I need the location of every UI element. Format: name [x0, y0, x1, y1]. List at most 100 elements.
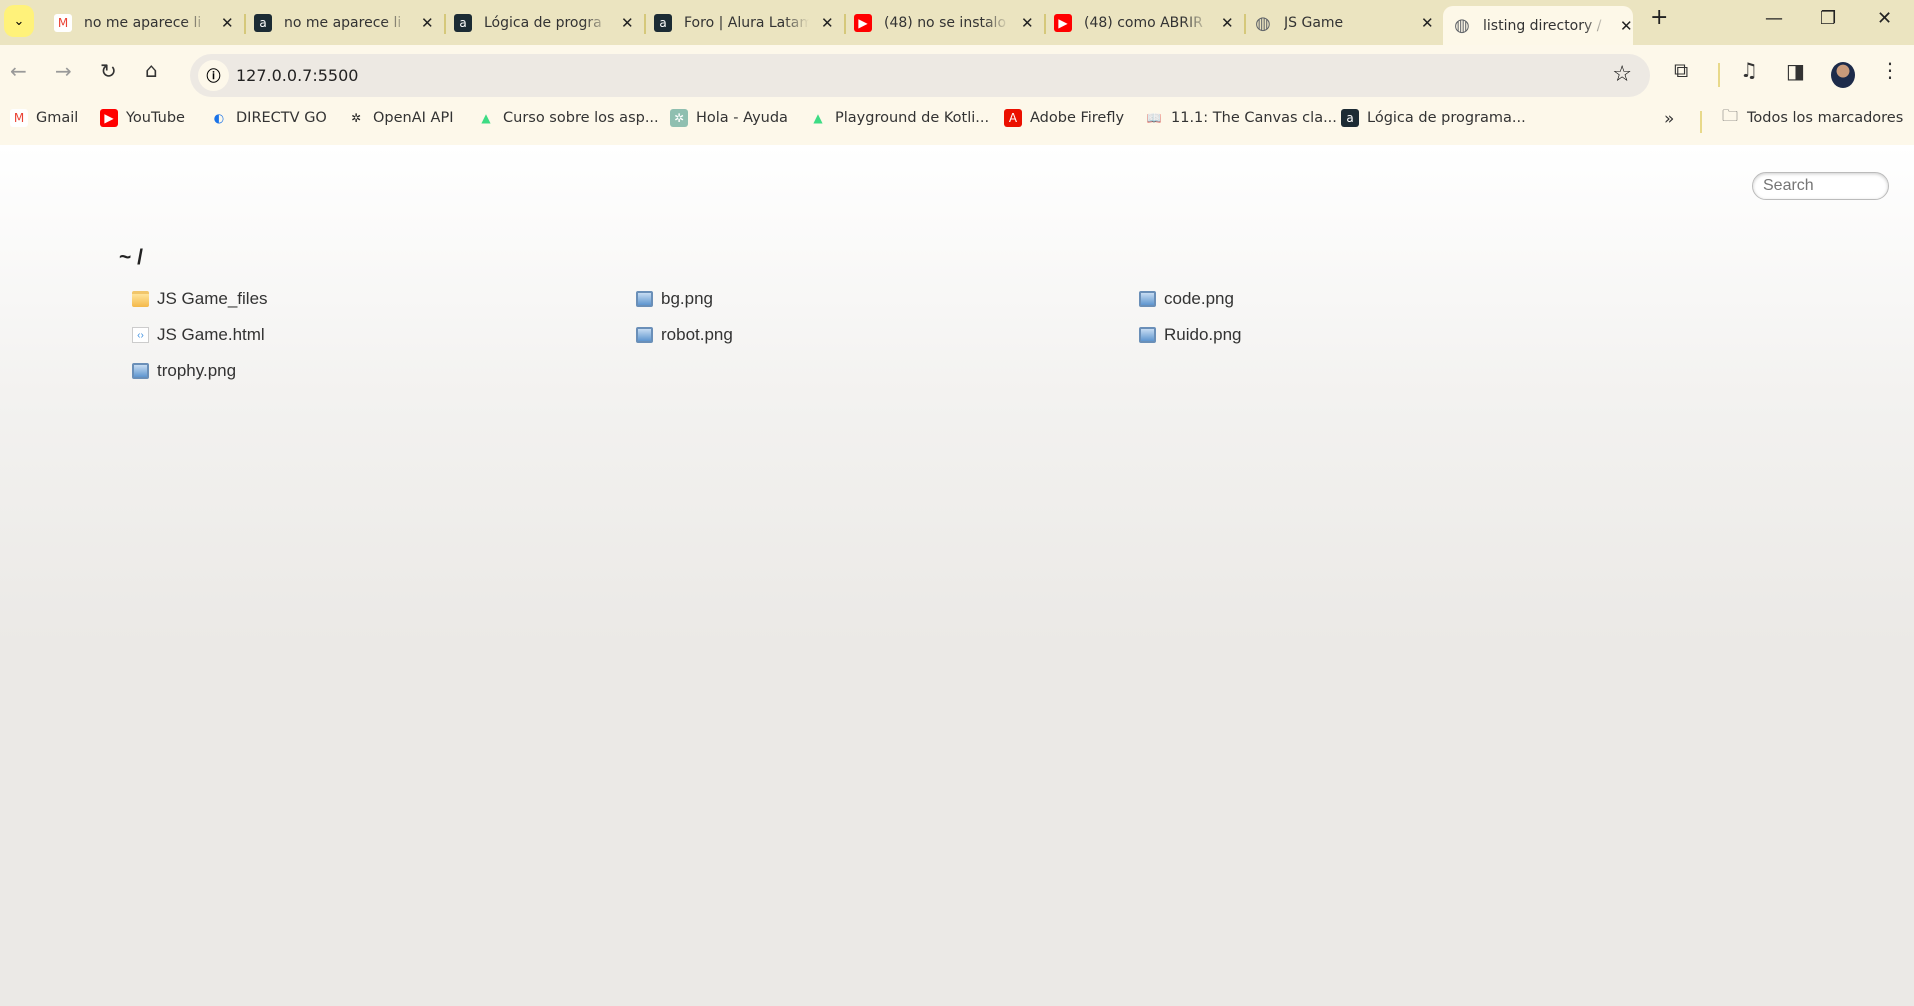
close-tab-icon[interactable]: ✕ [621, 14, 634, 32]
bookmark-item[interactable]: 📖 11.1: The Canvas cla... [1145, 109, 1337, 127]
bookmark-label: 11.1: The Canvas cla... [1171, 110, 1337, 126]
file-item[interactable]: robot.png [636, 325, 733, 345]
folder-icon [132, 291, 149, 307]
book-icon: 📖 [1146, 111, 1162, 125]
all-bookmarks-button[interactable]: 🗀 Todos los marcadores [1721, 106, 1903, 127]
file-name: bg.png [661, 289, 713, 308]
tab-strip: ⌄ Mno me aparece li ✕ a no me aparece li ✕ a L… [0, 0, 1914, 45]
tab-title: no me aparece li [284, 15, 402, 31]
reload-button[interactable]: ↻ [100, 59, 117, 83]
tab[interactable]: Mno me aparece li ✕ [44, 6, 246, 40]
directv-icon: ◐ [213, 111, 225, 125]
alura-icon: a [1341, 109, 1359, 127]
file-item[interactable]: code.png [1139, 289, 1234, 309]
gmail-icon: M [54, 14, 72, 32]
bookmark-label: Curso sobre los asp... [503, 110, 659, 126]
file-name: robot.png [661, 325, 733, 344]
restore-button[interactable]: ❐ [1820, 8, 1836, 29]
new-tab-button[interactable]: + [1650, 5, 1668, 30]
toolbar: ← → ↻ ⌂ ⓘ 127.0.0.7:5500 ☆ ⧉ ♫ ◨ ⋮ M Gmai… [0, 45, 1914, 145]
tab[interactable]: a Lógica de progra ✕ [444, 6, 646, 40]
home-button[interactable]: ⌂ [145, 58, 158, 82]
close-tab-icon[interactable]: ✕ [1221, 14, 1234, 32]
file-name: JS Game_files [157, 289, 268, 308]
openai-icon: ✲ [350, 111, 362, 125]
tab[interactable]: a no me aparece li ✕ [244, 6, 446, 40]
image-file-icon [132, 363, 149, 379]
gmail-icon: M [10, 109, 28, 127]
bookmark-item[interactable]: ✲ OpenAI API [347, 109, 454, 127]
bookmark-label: DIRECTV GO [236, 110, 327, 126]
close-tab-icon[interactable]: ✕ [1620, 17, 1633, 35]
html-file-icon: ‹› [132, 327, 149, 343]
bookmark-item[interactable]: A Adobe Firefly [1004, 109, 1124, 127]
puzzle-icon: ⧉ [1674, 58, 1689, 82]
arrow-left-icon: ← [10, 59, 27, 83]
search-input[interactable] [1752, 172, 1889, 200]
extensions-button[interactable]: ⧉ [1674, 58, 1688, 82]
close-tab-icon[interactable]: ✕ [421, 14, 434, 32]
side-panel-icon: ◨ [1786, 59, 1805, 83]
bookmark-item[interactable]: M Gmail [10, 109, 78, 127]
address-bar[interactable]: ⓘ 127.0.0.7:5500 ☆ [190, 54, 1650, 97]
bookmark-star-icon[interactable]: ☆ [1612, 62, 1632, 87]
youtube-icon: ▶ [854, 14, 872, 32]
menu-button[interactable]: ⋮ [1880, 58, 1900, 82]
tab[interactable]: ▶ (48) no se instalo ✕ [844, 6, 1046, 40]
side-panel-button[interactable]: ◨ [1786, 59, 1805, 83]
tab-search-button[interactable]: ⌄ [4, 5, 34, 37]
tab-title: Foro | Alura Latam [684, 15, 809, 31]
bookmark-item[interactable]: ▲ Curso sobre los asp... [477, 109, 659, 127]
bookmark-label: Lógica de programa... [1367, 110, 1526, 126]
bookmark-item[interactable]: ◐ DIRECTV GO [210, 109, 327, 127]
chevron-down-icon: ⌄ [13, 13, 25, 29]
close-tab-icon[interactable]: ✕ [221, 14, 234, 32]
globe-icon: ◍ [1255, 12, 1271, 34]
url-text[interactable]: 127.0.0.7:5500 [236, 66, 358, 85]
more-vertical-icon: ⋮ [1880, 58, 1900, 82]
bookmark-label: Hola - Ayuda [696, 110, 788, 126]
media-control-button[interactable]: ♫ [1740, 58, 1758, 82]
bookmark-label: Playground de Kotli... [835, 110, 990, 126]
image-file-icon [1139, 291, 1156, 307]
file-item[interactable]: trophy.png [132, 361, 236, 381]
tab-title: (48) no se instalo [884, 15, 1007, 31]
bookmark-label: YouTube [126, 110, 185, 126]
globe-icon: ◍ [1454, 15, 1470, 36]
home-icon: ⌂ [145, 58, 158, 82]
back-button[interactable]: ← [10, 59, 27, 83]
bookmark-label: Adobe Firefly [1030, 110, 1125, 126]
close-tab-icon[interactable]: ✕ [1421, 14, 1434, 32]
alura-icon: a [254, 14, 272, 32]
avatar[interactable] [1831, 62, 1855, 88]
close-window-button[interactable]: ✕ [1877, 8, 1892, 29]
close-tab-icon[interactable]: ✕ [821, 14, 834, 32]
directory-listing-page: ~ / JS Game_files bg.png code.png ‹› JS Game… [0, 145, 1914, 1006]
tab-title: JS Game [1284, 15, 1344, 31]
forward-button[interactable]: → [55, 59, 72, 83]
bookmark-item[interactable]: ▲ Playground de Kotli... [809, 109, 989, 127]
tab[interactable]: a Foro | Alura Latam ✕ [644, 6, 846, 40]
bookmark-item[interactable]: ✲ Hola - Ayuda [670, 109, 788, 127]
more-bookmarks-button[interactable]: » [1664, 109, 1674, 129]
close-tab-icon[interactable]: ✕ [1021, 14, 1034, 32]
file-item[interactable]: bg.png [636, 289, 713, 309]
android-icon: ▲ [481, 111, 491, 125]
alura-icon: a [454, 14, 472, 32]
file-item[interactable]: ‹› JS Game.html [132, 325, 265, 345]
tab[interactable]: ◍ JS Game ✕ [1244, 6, 1444, 40]
minimize-button[interactable]: — [1765, 8, 1783, 29]
bookmark-item[interactable]: a Lógica de programa... [1341, 109, 1526, 127]
bookmark-label: Gmail [36, 110, 79, 126]
tab[interactable]: ▶ (48) como ABRIR ✕ [1044, 6, 1246, 40]
file-item[interactable]: Ruido.png [1139, 325, 1242, 345]
bookmark-item[interactable]: ▶ YouTube [100, 109, 185, 127]
site-info-icon[interactable]: ⓘ [198, 60, 229, 91]
file-item[interactable]: JS Game_files [132, 289, 268, 309]
reload-icon: ↻ [100, 59, 117, 83]
image-file-icon [1139, 327, 1156, 343]
image-file-icon [636, 327, 653, 343]
alura-icon: a [654, 14, 672, 32]
file-name: code.png [1164, 289, 1234, 308]
tab[interactable]: ◍ listing directory / ✕ [1443, 6, 1633, 45]
